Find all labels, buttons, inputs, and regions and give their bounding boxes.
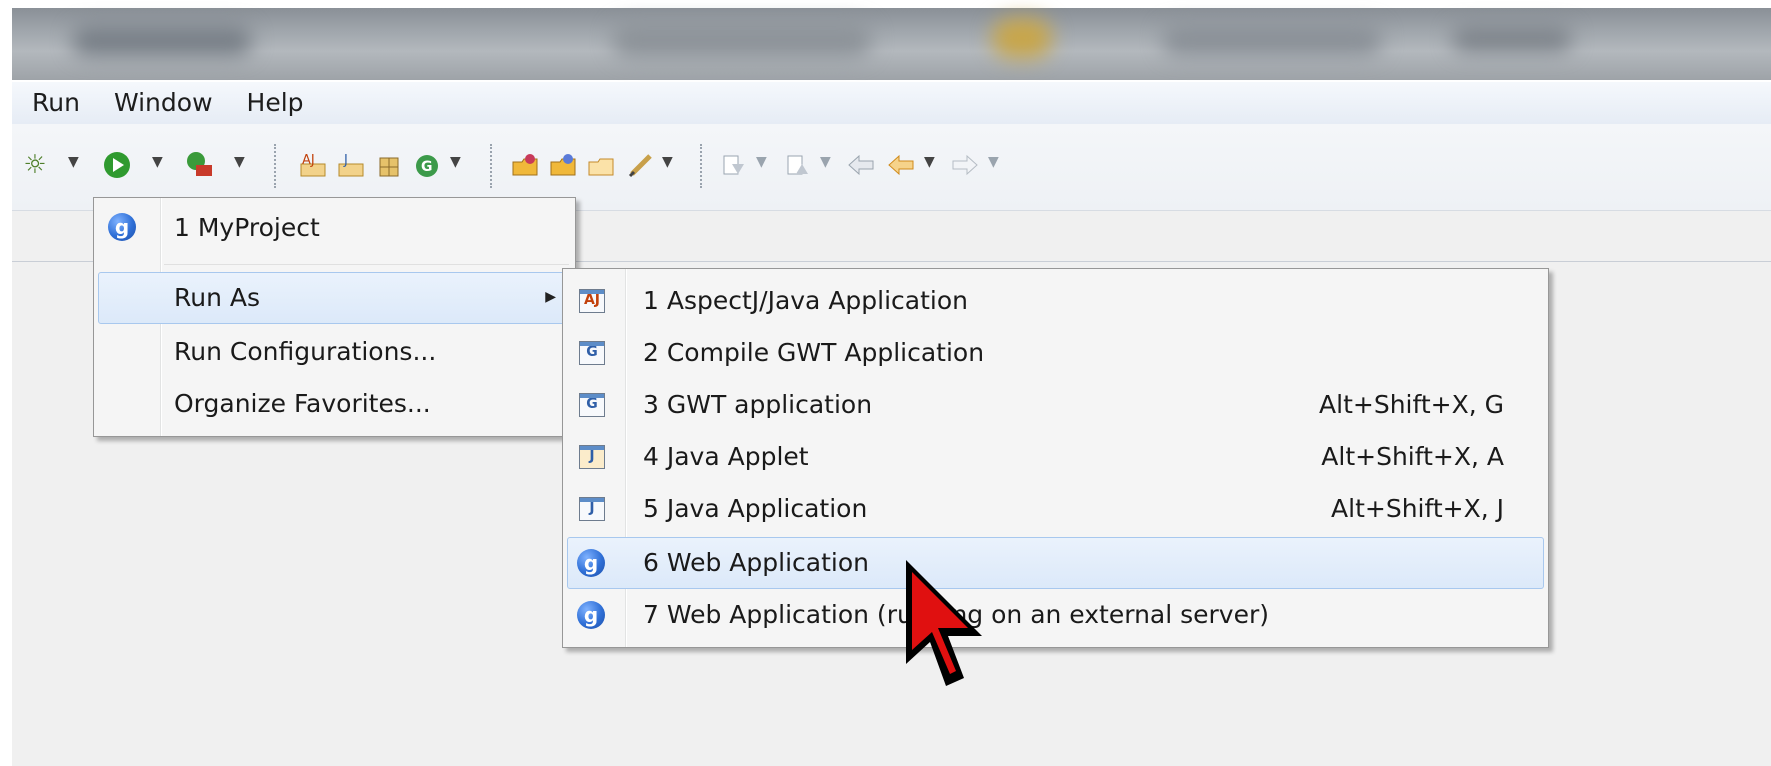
submenu-item-java-applet[interactable]: J 4 Java Applet Alt+Shift+X, A bbox=[567, 431, 1544, 483]
prev-annotation-icon[interactable] bbox=[782, 150, 812, 180]
run-external-tools-icon[interactable] bbox=[184, 150, 214, 180]
run-as-submenu: AJ 1 AspectJ/Java Application G 2 Compil… bbox=[562, 268, 1549, 648]
new-java-project-icon[interactable]: J bbox=[336, 150, 366, 180]
pen-dropdown-icon[interactable]: ▼ bbox=[662, 154, 673, 170]
submenu-item-web-application-external[interactable]: g 7 Web Application (running on an exter… bbox=[567, 589, 1544, 641]
menu-bar: Run Window Help bbox=[12, 82, 1771, 125]
menu-item-organize-favorites[interactable]: Organize Favorites... bbox=[98, 378, 571, 430]
forward-icon[interactable] bbox=[950, 150, 980, 180]
new-aspectj-icon[interactable]: AJ bbox=[298, 150, 328, 180]
shortcut-label: Alt+Shift+X, G bbox=[1319, 390, 1504, 419]
submenu-item-compile-gwt-application[interactable]: G 2 Compile GWT Application bbox=[567, 327, 1544, 379]
svg-text:AJ: AJ bbox=[302, 153, 315, 168]
new-package-icon[interactable] bbox=[374, 150, 404, 180]
menu-help[interactable]: Help bbox=[230, 82, 321, 124]
mouse-cursor-icon bbox=[898, 556, 988, 696]
run-dropdown-menu: g 1 MyProject Run As ▶ Run Configuration… bbox=[93, 197, 576, 437]
gwt-web-app-icon: g bbox=[577, 549, 605, 577]
gwt-web-app-external-icon: g bbox=[577, 601, 605, 629]
menu-separator bbox=[164, 264, 569, 265]
last-edit-location-icon[interactable] bbox=[846, 150, 876, 180]
screen-edge bbox=[0, 0, 12, 766]
submenu-item-java-application[interactable]: J 5 Java Application Alt+Shift+X, J bbox=[567, 483, 1544, 535]
forward-dropdown-icon[interactable]: ▼ bbox=[988, 154, 999, 170]
toolbar-separator bbox=[490, 144, 492, 188]
menu-item-run-as[interactable]: Run As ▶ bbox=[98, 272, 571, 324]
java-app-icon: J bbox=[579, 497, 605, 521]
debug-dropdown-icon[interactable]: ▼ bbox=[68, 154, 79, 170]
shortcut-label: Alt+Shift+X, J bbox=[1331, 494, 1504, 523]
next-annotation-dropdown-icon[interactable]: ▼ bbox=[756, 154, 767, 170]
menu-run[interactable]: Run bbox=[12, 82, 97, 124]
menu-item-run-configurations[interactable]: Run Configurations... bbox=[98, 326, 571, 378]
open-type-icon[interactable] bbox=[510, 150, 540, 180]
submenu-arrow-icon: ▶ bbox=[545, 289, 556, 305]
run-icon[interactable] bbox=[102, 150, 132, 180]
next-annotation-icon[interactable] bbox=[718, 150, 748, 180]
toolbar-separator bbox=[700, 144, 702, 188]
eclipse-window: Run Window Help ☼ ▼ ▼ ▼ AJ J G ▼ ▼ ▼ ▼ ▼… bbox=[0, 0, 1771, 766]
gwt-compile-icon[interactable]: G bbox=[412, 150, 442, 180]
back-icon[interactable] bbox=[886, 150, 916, 180]
external-tools-dropdown-icon[interactable]: ▼ bbox=[234, 154, 245, 170]
submenu-item-gwt-application[interactable]: G 3 GWT application Alt+Shift+X, G bbox=[567, 379, 1544, 431]
debug-icon[interactable]: ☼ bbox=[20, 150, 50, 180]
gwt-compile-app-icon: G bbox=[579, 341, 605, 365]
menu-item-myproject[interactable]: g 1 MyProject bbox=[98, 202, 571, 254]
submenu-item-aspectj-java-application[interactable]: AJ 1 AspectJ/Java Application bbox=[567, 275, 1544, 327]
window-title-bar bbox=[12, 8, 1771, 80]
shortcut-label: Alt+Shift+X, A bbox=[1321, 442, 1504, 471]
svg-text:J: J bbox=[343, 153, 348, 168]
gwt-icon: g bbox=[108, 213, 136, 241]
gwt-dropdown-icon[interactable]: ▼ bbox=[450, 154, 461, 170]
prev-annotation-dropdown-icon[interactable]: ▼ bbox=[820, 154, 831, 170]
toolbar-separator bbox=[274, 144, 276, 188]
gwt-app-icon: G bbox=[579, 393, 605, 417]
open-folder-icon[interactable] bbox=[586, 150, 616, 180]
menu-window[interactable]: Window bbox=[97, 82, 230, 124]
pen-icon[interactable] bbox=[626, 150, 656, 180]
open-resource-icon[interactable] bbox=[548, 150, 578, 180]
svg-text:G: G bbox=[421, 159, 433, 175]
aspectj-app-icon: AJ bbox=[579, 289, 605, 313]
java-applet-icon: J bbox=[579, 445, 605, 469]
back-dropdown-icon[interactable]: ▼ bbox=[924, 154, 935, 170]
run-dropdown-icon[interactable]: ▼ bbox=[152, 154, 163, 170]
submenu-item-web-application[interactable]: g 6 Web Application bbox=[567, 537, 1544, 589]
